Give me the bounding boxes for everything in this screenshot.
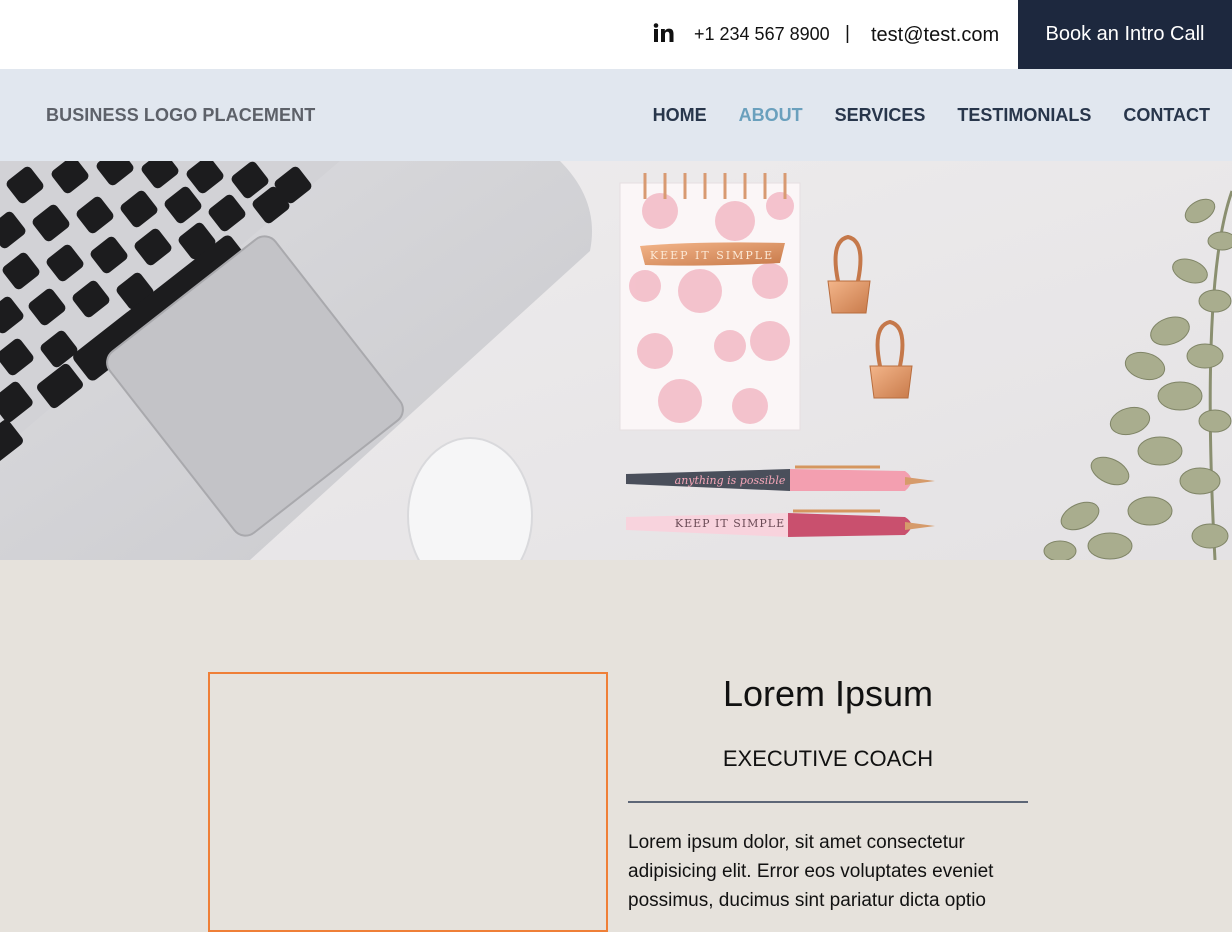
coach-role: EXECUTIVE COACH [722,746,934,771]
hero-image: KEEP IT SIMPLE anything is possible KEEP… [0,161,1232,560]
main-navbar: BUSINESS LOGO PLACEMENT HOME ABOUT SERVI… [0,69,1232,161]
email-link[interactable]: test@test.com [871,24,999,47]
pen1-caption: anything is possible [675,474,786,487]
separator: | [845,23,850,44]
notebook-caption: KEEP IT SIMPLE [650,249,774,262]
business-logo[interactable]: BUSINESS LOGO PLACEMENT [46,105,315,126]
about-info: Lorem Ipsum EXECUTIVE COACH Lorem ipsum … [628,672,1028,915]
nav-item-services[interactable]: SERVICES [835,105,926,126]
desk-flatlay-illustration: KEEP IT SIMPLE anything is possible KEEP… [0,161,1232,560]
phone-link[interactable]: +1 234 567 8900 [694,24,830,45]
pen2-caption: KEEP IT SIMPLE [675,517,785,530]
top-utility-bar: +1 234 567 8900 | test@test.com Book an … [0,0,1232,69]
divider [628,801,1028,803]
main-nav: HOME ABOUT SERVICES TESTIMONIALS CONTACT [653,105,1210,126]
linkedin-icon[interactable] [652,22,674,44]
profile-photo-frame [208,672,608,932]
notebook: KEEP IT SIMPLE [619,173,801,431]
coach-bio: Lorem ipsum dolor, sit amet consectetur … [628,832,994,911]
coach-name: Lorem Ipsum [722,673,934,714]
nav-item-about[interactable]: ABOUT [739,105,803,126]
nav-item-home[interactable]: HOME [653,105,707,126]
nav-item-contact[interactable]: CONTACT [1123,105,1210,126]
nav-item-testimonials[interactable]: TESTIMONIALS [957,105,1091,126]
book-intro-call-button[interactable]: Book an Intro Call [1018,0,1232,69]
about-section: Lorem Ipsum EXECUTIVE COACH Lorem ipsum … [0,560,1232,932]
